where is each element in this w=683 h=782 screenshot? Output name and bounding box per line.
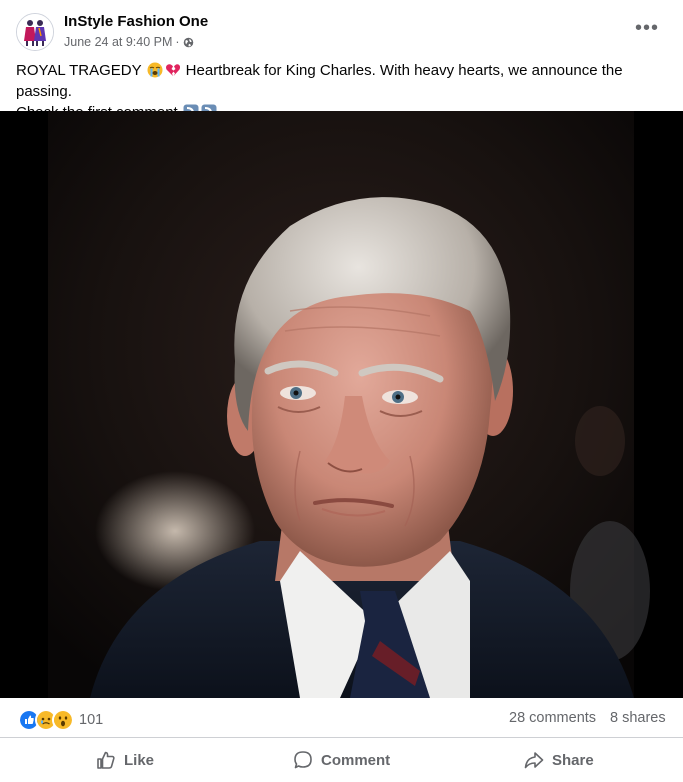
action-bar: Like Comment Share — [0, 740, 683, 782]
post-header: InStyle Fashion One June 24 at 9:40 PM ·… — [0, 0, 683, 58]
comment-bubble-icon — [294, 751, 312, 769]
caption-title: ROYAL TRAGEDY — [16, 62, 142, 79]
engagement-bar: 101 28 comments 8 shares — [0, 698, 683, 738]
page-name-link[interactable]: InStyle Fashion One — [64, 13, 208, 30]
share-button[interactable]: Share — [524, 740, 594, 780]
reactions-summary[interactable]: 101 — [18, 709, 103, 731]
post-photo[interactable] — [0, 111, 683, 698]
like-label: Like — [124, 751, 155, 769]
like-button[interactable]: Like — [96, 740, 154, 780]
globe-icon[interactable] — [183, 37, 194, 48]
shares-count-link[interactable]: 8 shares — [610, 710, 666, 726]
portrait-photo — [0, 111, 683, 698]
comment-button[interactable]: Comment — [293, 740, 390, 780]
post-timestamp[interactable]: June 24 at 9:40 PM — [64, 35, 172, 49]
more-options-button[interactable]: ••• — [630, 18, 664, 42]
broken-heart-emoji — [165, 64, 180, 76]
comment-label: Comment — [321, 751, 391, 769]
post-meta: June 24 at 9:40 PM · — [64, 35, 194, 49]
loudly-crying-face-emoji — [147, 62, 162, 78]
share-arrow-icon — [524, 752, 544, 769]
meta-separator: · — [175, 35, 180, 49]
page-avatar[interactable] — [16, 13, 54, 51]
thumbs-up-icon — [97, 751, 115, 769]
facebook-post: InStyle Fashion One June 24 at 9:40 PM ·… — [0, 0, 683, 782]
wow-reaction-icon — [52, 709, 74, 731]
comments-count-link[interactable]: 28 comments — [509, 710, 596, 726]
reaction-count: 101 — [79, 712, 104, 728]
avatar-logo-icon — [17, 14, 53, 50]
share-label: Share — [552, 751, 594, 769]
